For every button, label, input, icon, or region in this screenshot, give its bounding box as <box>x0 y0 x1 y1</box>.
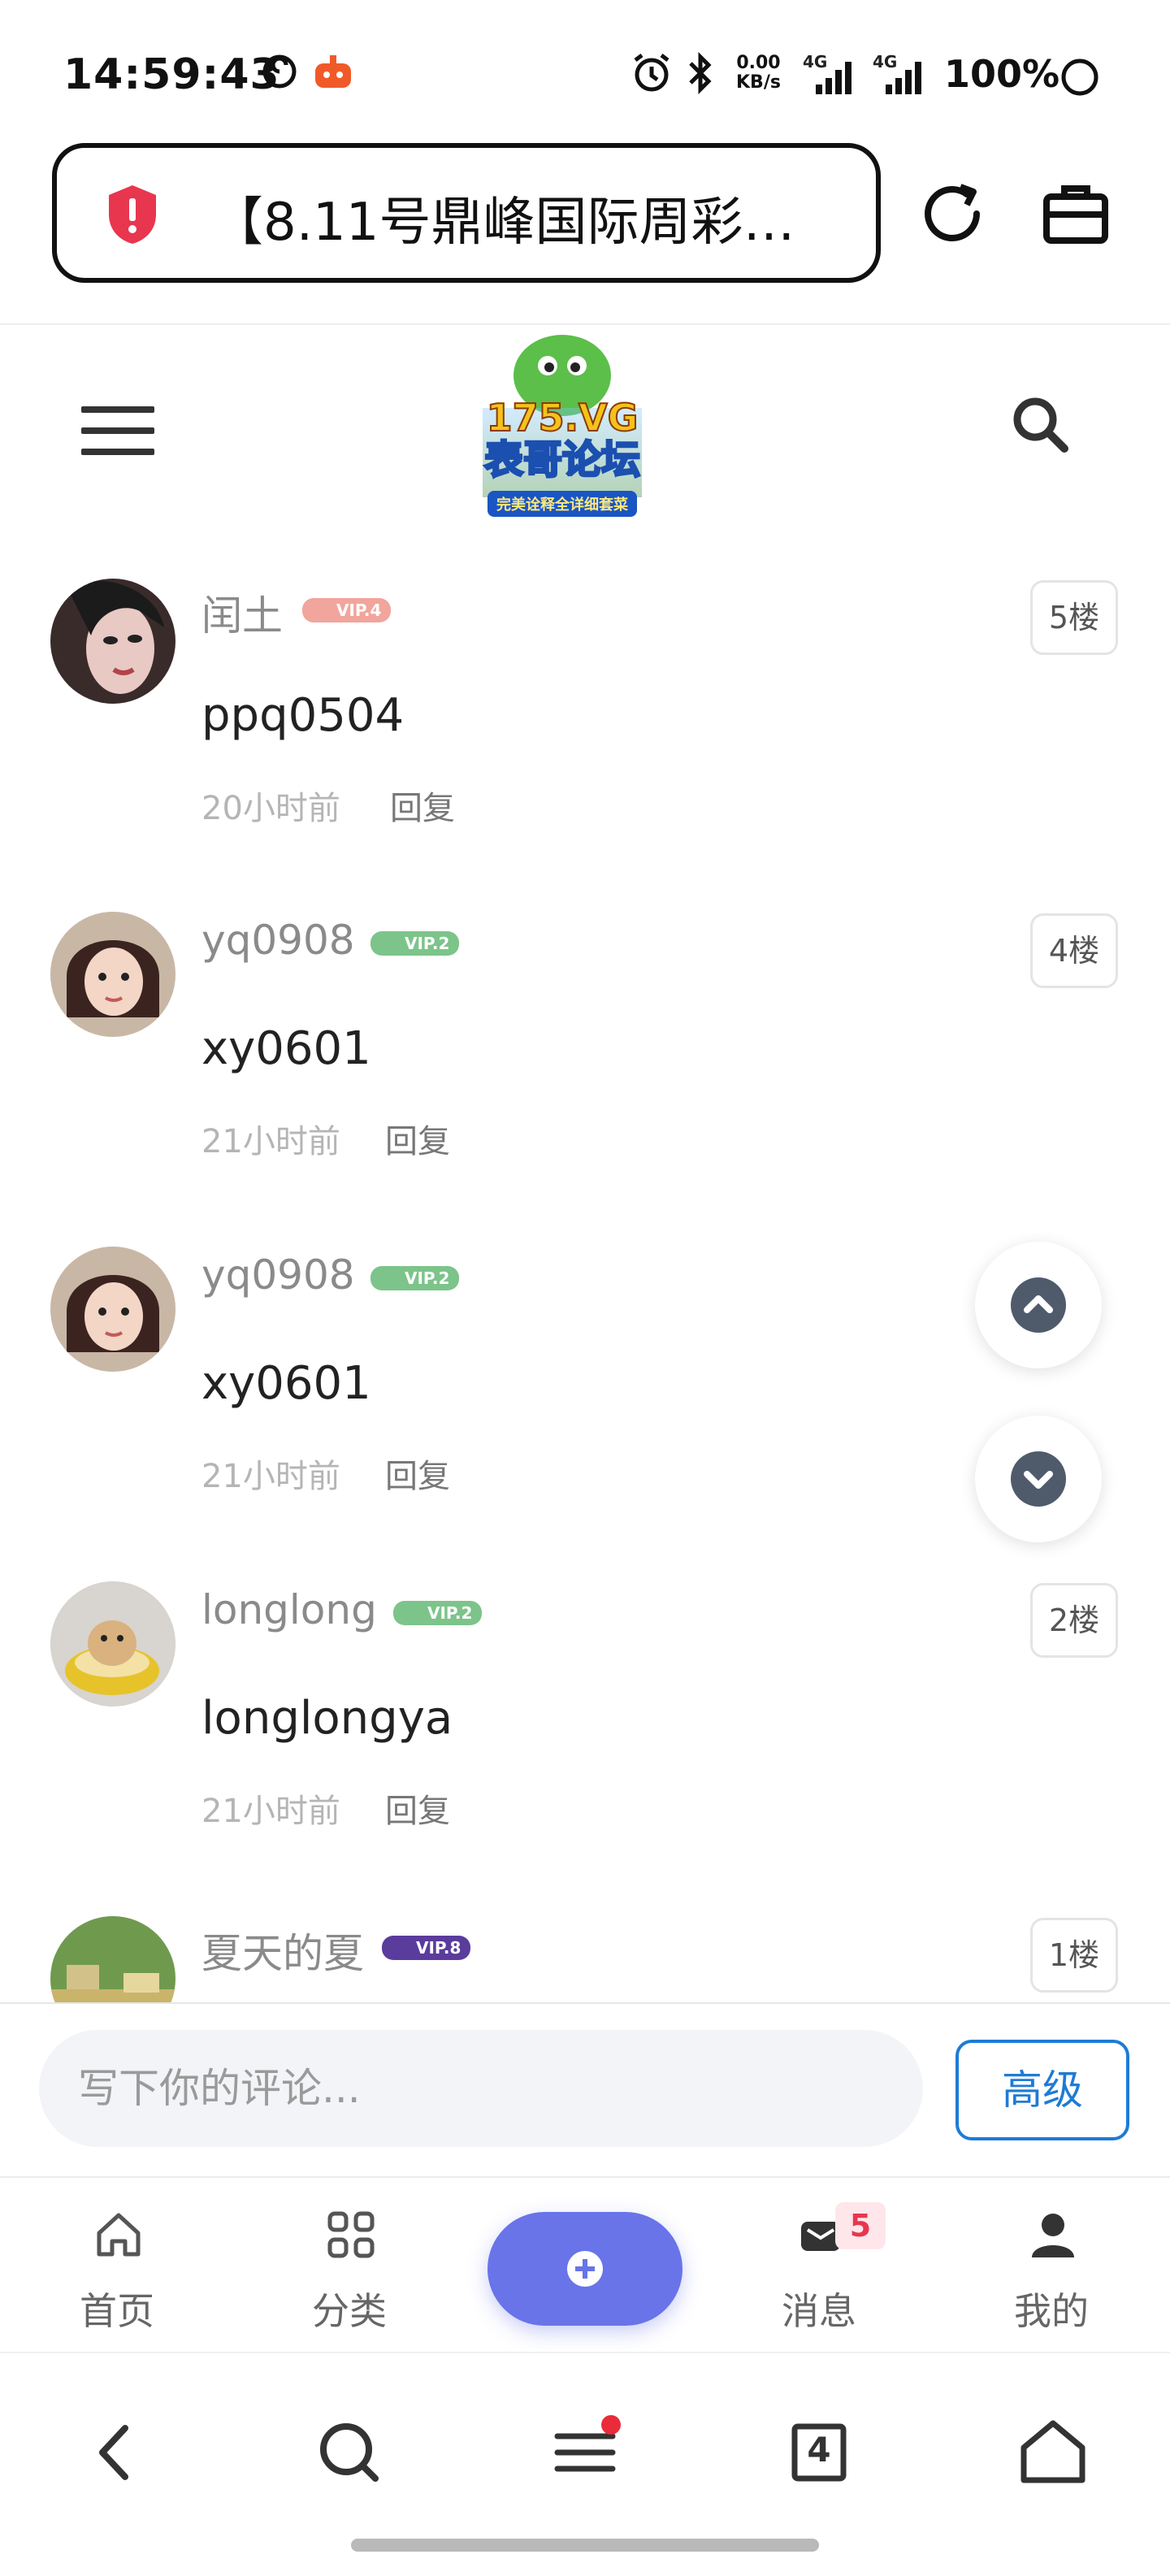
security-warning-icon[interactable] <box>106 184 159 245</box>
address-bar[interactable]: 【8.11号鼎峰国际周彩… <box>52 143 881 283</box>
comment-item: 夏天的夏 VIP.8 1楼 <box>0 1916 1170 2007</box>
vip-badge: VIP.8 <box>382 1936 471 1960</box>
comment-time: 21小时前 <box>202 1458 340 1495</box>
floor-number: 5楼 <box>1030 580 1118 655</box>
tab-count: 4 <box>807 2430 831 2470</box>
username[interactable]: yq0908 <box>202 1251 355 1299</box>
chevron-up-icon <box>1024 1295 1053 1313</box>
comment-item: 闰土 VIP.4 5楼 ppq0504 20小时前 回复 <box>0 579 1170 913</box>
menu-icon[interactable] <box>81 406 154 455</box>
vip-badge: VIP.2 <box>370 1266 460 1290</box>
search-icon[interactable] <box>301 2404 398 2501</box>
vip-level: VIP.2 <box>405 1268 450 1288</box>
network-speed: 0.00 KB/s <box>736 54 781 93</box>
vip-level: VIP.2 <box>405 934 450 953</box>
nav-messages-label: 消息 <box>782 2289 856 2333</box>
reply-button[interactable]: 回复 <box>385 1115 450 1162</box>
nav-mine[interactable]: 我的 <box>970 2178 1133 2353</box>
logo-text-2: 表哥论坛 <box>484 437 640 483</box>
vip-level: VIP.8 <box>416 1938 462 1958</box>
user-avatar[interactable] <box>50 579 176 704</box>
floor-number: 4楼 <box>1030 913 1118 988</box>
bottom-nav: 首页 分类 消息 5 我的 <box>0 2176 1170 2353</box>
advanced-button[interactable]: 高级 <box>956 2040 1129 2140</box>
tabs-button[interactable]: 4 <box>770 2404 868 2501</box>
robot-app-icon <box>315 55 351 88</box>
nav-home[interactable]: 首页 <box>36 2178 198 2353</box>
home-indicator[interactable] <box>351 2539 819 2552</box>
reply-button[interactable]: 回复 <box>390 782 455 829</box>
floor-number: 2楼 <box>1030 1583 1118 1658</box>
comment-composer: 高级 <box>0 2002 1170 2178</box>
username[interactable]: longlong <box>202 1586 377 1633</box>
search-icon[interactable] <box>1008 392 1072 457</box>
user-avatar[interactable] <box>50 1916 176 2007</box>
username[interactable]: yq0908 <box>202 917 355 964</box>
site-logo[interactable]: 175.VG 表哥论坛 完美诠释全详细套菜 <box>463 327 661 523</box>
logo-text-1: 175.VG <box>487 396 639 440</box>
menu-icon[interactable] <box>536 2404 634 2501</box>
scroll-top-button[interactable] <box>975 1242 1102 1368</box>
battery-percent: 100% <box>944 52 1060 96</box>
reply-button[interactable]: 回复 <box>385 1785 450 1832</box>
status-time: 14:59:43 <box>63 50 280 99</box>
username[interactable]: 夏天的夏 <box>202 1921 364 1980</box>
vip-badge: VIP.4 <box>302 598 392 622</box>
plus-icon <box>567 2251 603 2287</box>
page-title[interactable]: 【8.11号鼎峰国际周彩… <box>211 180 795 255</box>
comment-input[interactable] <box>39 2030 923 2147</box>
comment-time: 21小时前 <box>202 1793 340 1830</box>
vip-level: VIP.2 <box>427 1603 473 1623</box>
vip-badge: VIP.2 <box>393 1601 483 1625</box>
net-speed-value: 0.00 <box>736 53 781 73</box>
scroll-bottom-button[interactable] <box>975 1416 1102 1542</box>
signal-icon <box>886 62 921 94</box>
user-avatar[interactable] <box>50 1247 176 1372</box>
reload-icon[interactable] <box>920 180 986 247</box>
reply-button[interactable]: 回复 <box>385 1450 450 1497</box>
message-count-badge: 5 <box>835 2202 886 2249</box>
grid-icon <box>327 2211 375 2258</box>
logo-tagline: 完美诠释全详细套菜 <box>496 496 628 514</box>
vip-badge: VIP.2 <box>370 931 460 956</box>
comment-time: 21小时前 <box>202 1123 340 1160</box>
user-avatar[interactable] <box>50 912 176 1037</box>
floor-number: 1楼 <box>1030 1918 1118 1993</box>
nav-mine-label: 我的 <box>1014 2289 1089 2333</box>
nav-category[interactable]: 分类 <box>268 2178 431 2353</box>
comment-time: 20小时前 <box>202 790 340 827</box>
back-icon[interactable] <box>68 2404 166 2501</box>
nav-category-label: 分类 <box>312 2289 387 2333</box>
net-speed-unit: KB/s <box>736 72 781 93</box>
user-avatar[interactable] <box>50 1581 176 1706</box>
signal-icon <box>816 62 852 94</box>
username[interactable]: 闰土 <box>202 583 283 642</box>
status-bar: 14:59:43 0.00 KB/s 4G 4G 100% <box>0 0 1170 146</box>
site-header: 175.VG 表哥论坛 完美诠释全详细套菜 <box>0 325 1170 536</box>
toolbox-icon[interactable] <box>1042 180 1110 247</box>
home-icon[interactable] <box>1004 2404 1102 2501</box>
post-button[interactable] <box>488 2212 682 2326</box>
alarm-icon <box>634 54 670 92</box>
comment-item: yq0908 VIP.2 4楼 xy0601 21小时前 回复 <box>0 912 1170 1247</box>
comment-text: xy0601 <box>202 1357 371 1410</box>
swirl-app-icon <box>262 54 297 89</box>
battery-icon <box>1061 59 1098 96</box>
comment-text: longlongya <box>202 1692 453 1745</box>
comment-item: longlong VIP.2 2楼 longlongya 21小时前 回复 <box>0 1581 1170 1916</box>
comment-text: xy0601 <box>202 1022 371 1075</box>
home-icon <box>97 2213 141 2257</box>
vip-level: VIP.4 <box>336 601 382 620</box>
bluetooth-icon <box>689 52 712 94</box>
comment-text: ppq0504 <box>202 689 405 742</box>
nav-home-label: 首页 <box>80 2289 154 2333</box>
page-content: 175.VG 表哥论坛 完美诠释全详细套菜 闰土 VIP.4 5楼 ppq050… <box>0 323 1170 2007</box>
user-icon <box>1032 2214 1074 2257</box>
chevron-down-icon <box>1024 1471 1053 1489</box>
